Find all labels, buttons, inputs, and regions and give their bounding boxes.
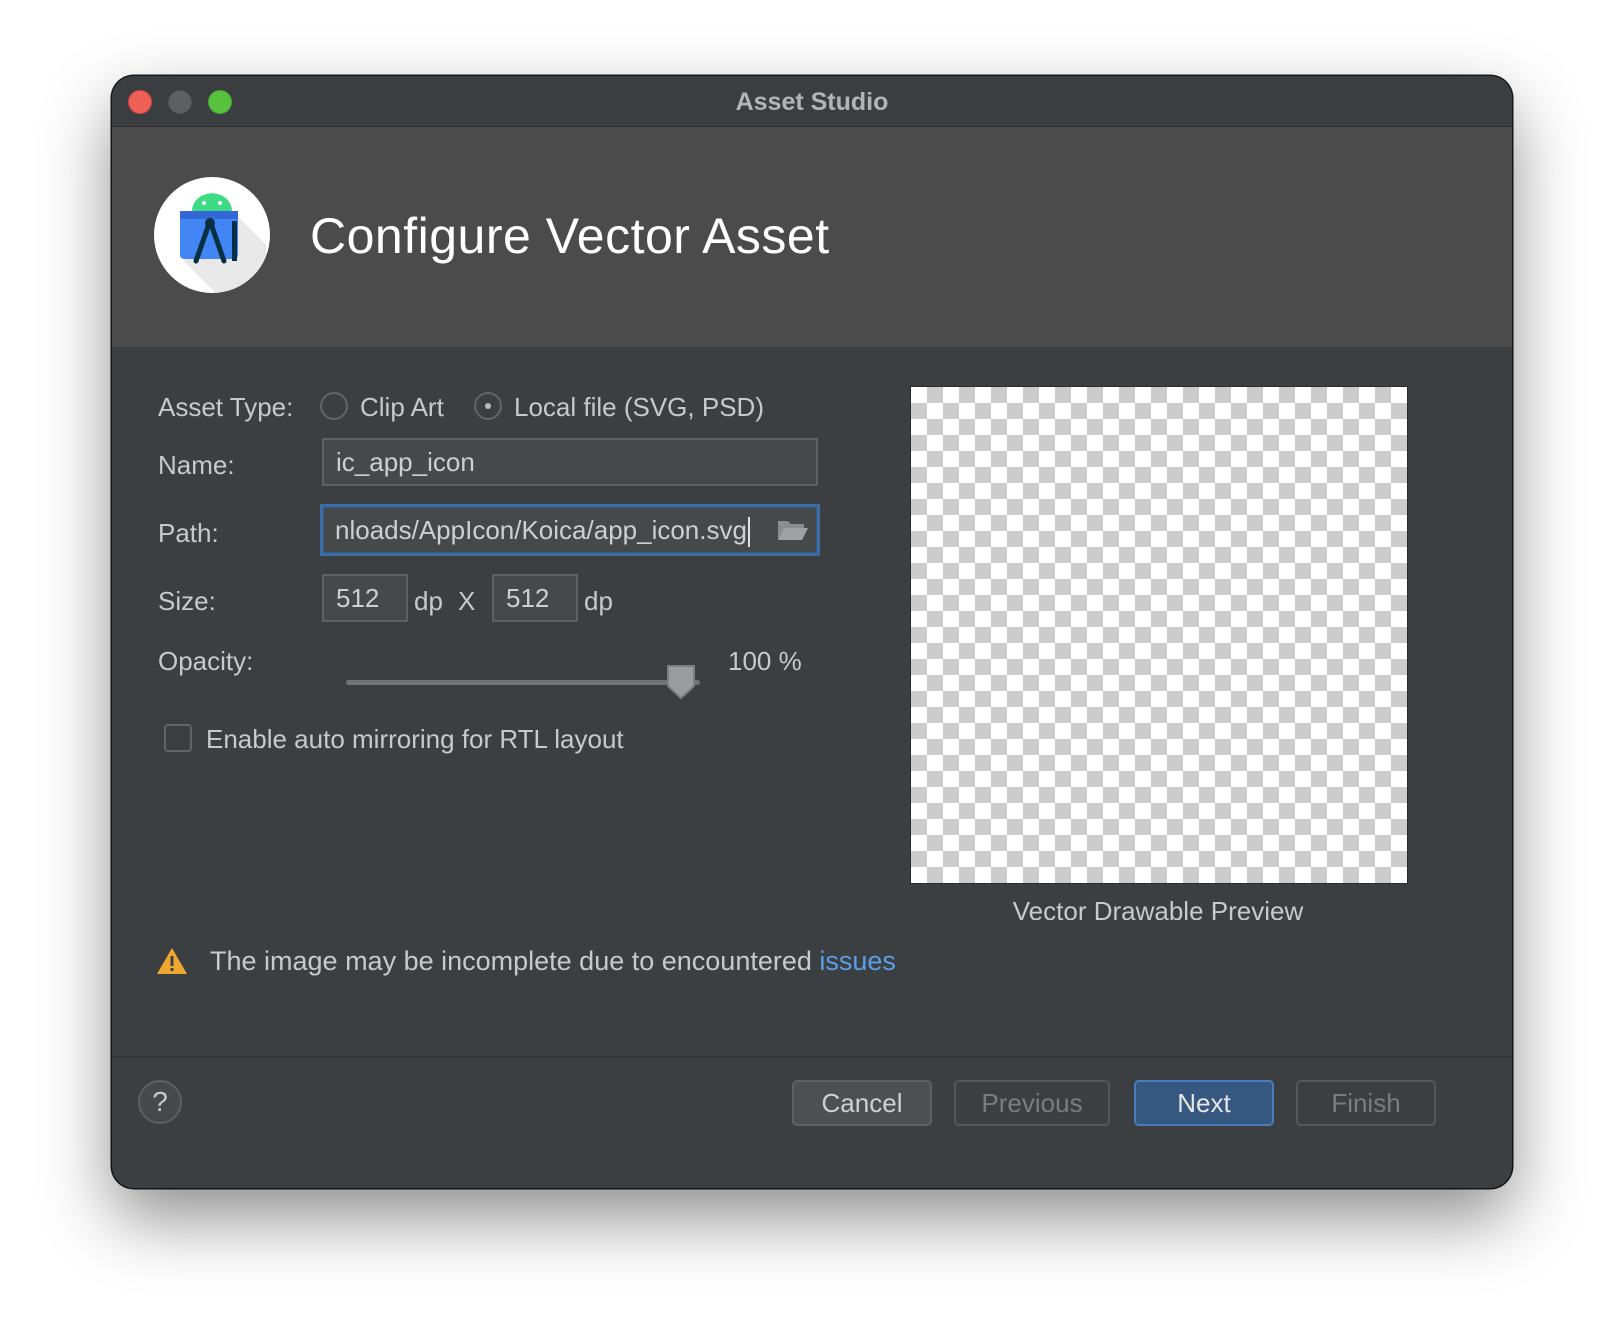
path-label: Path: <box>158 518 219 548</box>
local-file-radio[interactable] <box>474 392 502 420</box>
android-studio-icon <box>154 177 270 293</box>
name-field[interactable]: ic_app_icon <box>322 438 818 486</box>
asset-studio-window: Asset Studio Configure Vector Asset Asse… <box>112 76 1512 1188</box>
finish-button[interactable]: Finish <box>1296 1080 1436 1126</box>
text-caret <box>747 517 750 548</box>
path-value: nloads/AppIcon/Koica/app_icon.svg <box>335 515 747 545</box>
cancel-button[interactable]: Cancel <box>792 1080 932 1126</box>
width-unit: dp <box>414 586 443 616</box>
local-file-radio-label[interactable]: Local file (SVG, PSD) <box>514 392 764 423</box>
window-title: Asset Studio <box>735 88 889 116</box>
height-unit: dp <box>584 586 613 616</box>
folder-open-icon[interactable] <box>776 516 810 544</box>
opacity-label: Opacity: <box>158 646 254 676</box>
asset-type-label: Asset Type: <box>158 392 294 422</box>
vector-drawable-preview <box>910 386 1408 884</box>
height-field[interactable]: 512 <box>492 574 578 622</box>
warning-icon <box>156 946 188 976</box>
width-field[interactable]: 512 <box>322 574 408 622</box>
auto-mirror-label[interactable]: Enable auto mirroring for RTL layout <box>206 724 624 755</box>
size-separator: X <box>458 586 476 616</box>
opacity-slider-thumb[interactable] <box>666 664 696 700</box>
page-title: Configure Vector Asset <box>310 208 830 264</box>
auto-mirror-checkbox[interactable] <box>164 724 192 752</box>
name-label: Name: <box>158 450 235 480</box>
opacity-slider-track[interactable] <box>346 680 700 685</box>
next-button[interactable]: Next <box>1134 1080 1274 1126</box>
issues-link[interactable]: issues <box>819 946 896 976</box>
previous-button[interactable]: Previous <box>954 1080 1110 1126</box>
wizard-header: Configure Vector Asset <box>112 127 1512 347</box>
help-button[interactable]: ? <box>138 1080 182 1124</box>
clip-art-radio-label[interactable]: Clip Art <box>360 392 444 423</box>
warning-message: The image may be incomplete due to encou… <box>210 946 896 977</box>
footer-divider <box>112 1056 1512 1057</box>
opacity-value: 100 % <box>728 646 802 676</box>
preview-caption: Vector Drawable Preview <box>1012 896 1304 920</box>
warning-text: The image may be incomplete due to encou… <box>210 946 820 976</box>
title-bar[interactable]: Asset Studio <box>112 76 1512 127</box>
clip-art-radio[interactable] <box>320 392 348 420</box>
size-label: Size: <box>158 586 216 616</box>
path-field[interactable]: nloads/AppIcon/Koica/app_icon.svg <box>320 504 820 556</box>
